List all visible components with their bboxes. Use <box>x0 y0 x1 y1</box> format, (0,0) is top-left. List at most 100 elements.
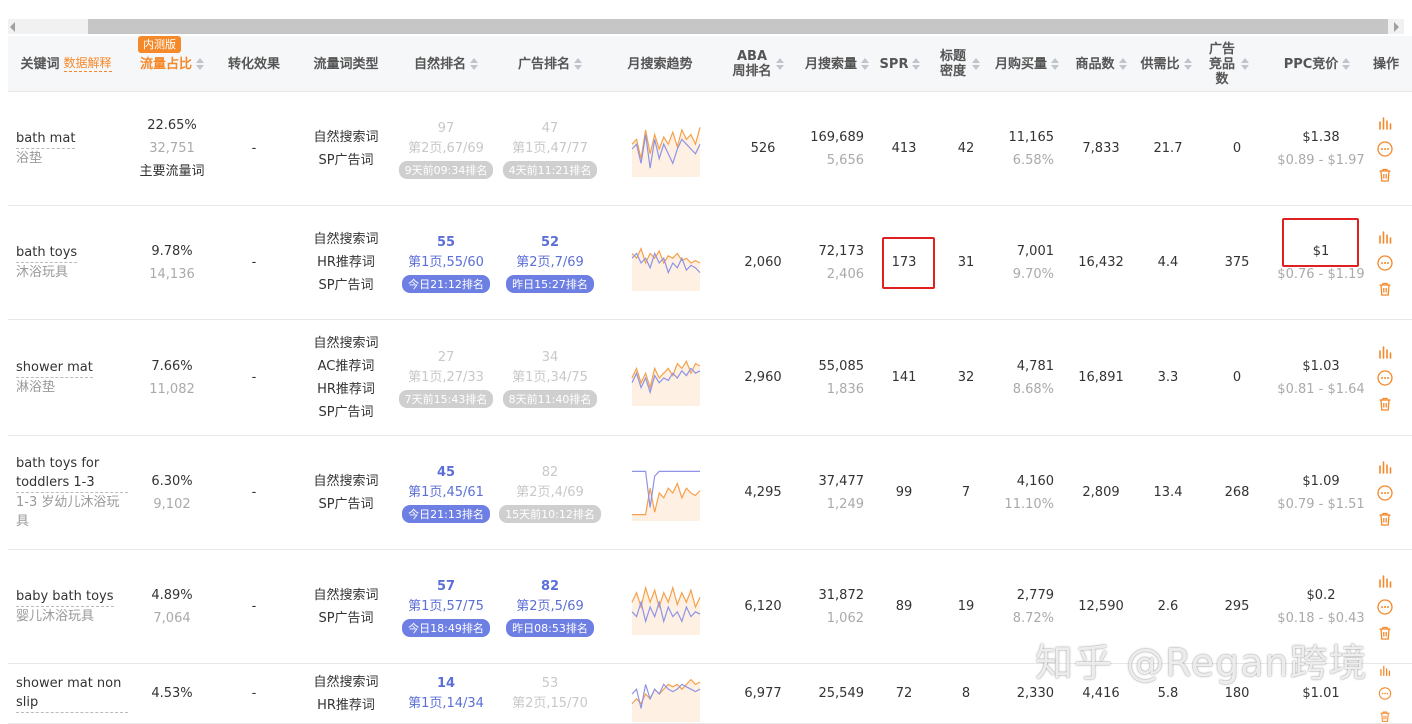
sort-icon[interactable] <box>1118 58 1127 70</box>
trend-cell[interactable] <box>624 92 708 205</box>
col-monthly-search[interactable]: 月搜索量 <box>796 36 878 92</box>
watermark: 知乎 @Regan跨境 <box>1035 641 1368 685</box>
supply-demand-cell: 13.4 <box>1153 485 1183 500</box>
col-aba-rank[interactable]: ABA 周排名 <box>720 36 796 92</box>
keyword-en[interactable]: bath toys <box>16 243 78 263</box>
monthly-trend-sparkline[interactable] <box>628 666 704 722</box>
sort-icon[interactable] <box>1342 58 1351 70</box>
keyword-cell: bath mat 浴垫 <box>8 92 128 205</box>
keyword-cell: bath toys 沐浴玩具 <box>8 206 128 319</box>
col-traffic-share[interactable]: 内测版 流量占比 <box>124 36 220 92</box>
table-row[interactable]: bath toys for toddlers 1-3 1-3 岁幼儿沐浴玩具 6… <box>8 436 1412 550</box>
data-explain-link[interactable]: 数据解释 <box>63 56 112 72</box>
monthly-trend-sparkline[interactable] <box>628 121 704 177</box>
trend-cell[interactable] <box>624 436 708 549</box>
more-options-icon[interactable] <box>1377 254 1393 271</box>
more-options-icon[interactable] <box>1377 598 1393 615</box>
keyword-en[interactable]: bath mat <box>16 129 76 149</box>
trend-cell[interactable] <box>624 320 708 435</box>
trend-cell[interactable] <box>624 206 708 319</box>
ad-products-cell: 268 <box>1224 485 1250 500</box>
ppc-cell: $1.03 $0.81 - $1.64 <box>1270 320 1372 435</box>
delete-trash-icon[interactable] <box>1377 710 1393 723</box>
scroll-left-arrow-icon[interactable] <box>10 22 15 32</box>
horizontal-scrollbar[interactable] <box>0 0 1412 36</box>
table-row[interactable]: shower mat 淋浴垫 7.66% 11,082 - 自然搜索词 AC推荐词… <box>8 320 1412 436</box>
trend-cell[interactable] <box>624 664 708 723</box>
sort-icon[interactable] <box>470 58 478 70</box>
nat-rank-value[interactable]: 55 <box>437 233 455 253</box>
sort-icon[interactable] <box>1183 58 1192 70</box>
ad-rank-value[interactable]: 82 <box>542 463 559 483</box>
trend-area <box>632 360 700 406</box>
col-natural-rank[interactable]: 自然排名 <box>394 36 498 92</box>
sort-icon[interactable] <box>1241 58 1249 70</box>
bar-chart-icon[interactable] <box>1377 664 1393 677</box>
more-options-icon[interactable] <box>1377 140 1393 157</box>
trend-cell[interactable] <box>624 550 708 663</box>
nat-rank-value[interactable]: 27 <box>438 348 455 368</box>
col-ad-products[interactable]: 广告 竞品数 <box>1198 36 1258 92</box>
bar-chart-icon[interactable] <box>1377 115 1393 131</box>
scroll-thumb[interactable] <box>88 19 1388 34</box>
more-options-icon[interactable] <box>1377 369 1393 386</box>
sort-icon[interactable] <box>776 58 784 70</box>
traffic-type-item: 自然搜索词 <box>313 674 379 690</box>
keyword-en[interactable]: shower mat non slip <box>16 674 128 713</box>
sort-icon[interactable] <box>574 58 582 70</box>
delete-trash-icon[interactable] <box>1377 511 1393 527</box>
sort-icon[interactable] <box>912 58 921 70</box>
col-monthly-purchase[interactable]: 月购买量 <box>988 36 1066 92</box>
delete-trash-icon[interactable] <box>1377 281 1393 297</box>
table-row[interactable]: bath mat 浴垫 22.65% 32,751 主要流量词 - 自然搜索词 S… <box>8 92 1412 206</box>
table-row[interactable]: bath toys 沐浴玩具 9.78% 14,136 - 自然搜索词 HR推荐词… <box>8 206 1412 320</box>
col-product-count[interactable]: 商品数 <box>1066 36 1136 92</box>
spr-cell: 99 <box>895 485 913 500</box>
nat-rank-value[interactable]: 57 <box>437 577 455 597</box>
monthly-search-cell: 25,549 <box>796 664 878 723</box>
nat-rank-value[interactable]: 14 <box>437 674 455 694</box>
ad-rank-value[interactable]: 47 <box>542 119 559 139</box>
keyword-en[interactable]: shower mat <box>16 358 93 378</box>
traffic-share-count: 9,102 <box>153 496 191 512</box>
bar-chart-icon[interactable] <box>1377 459 1393 475</box>
ad-rank-value[interactable]: 52 <box>541 233 559 253</box>
delete-trash-icon[interactable] <box>1377 396 1393 412</box>
ad-rank-cell: 47 第1页,47/77 4天前11:21排名 <box>498 92 602 205</box>
nat-rank-time-badge: 今日21:13排名 <box>402 504 490 523</box>
ad-rank-page: 第2页,7/69 <box>516 254 584 270</box>
col-title-density[interactable]: 标题 密度 <box>928 36 990 92</box>
nat-rank-value[interactable]: 97 <box>438 119 455 139</box>
delete-trash-icon[interactable] <box>1377 625 1393 641</box>
aba-rank-cell: 6,120 <box>744 599 782 614</box>
traffic-type-item: AC推荐词 <box>317 358 375 374</box>
header-product-count: 商品数 <box>1075 56 1115 72</box>
ad-rank-value[interactable]: 53 <box>542 674 559 694</box>
monthly-trend-sparkline[interactable] <box>628 235 704 291</box>
bar-chart-icon[interactable] <box>1377 573 1393 589</box>
ad-rank-value[interactable]: 34 <box>542 348 559 368</box>
nat-rank-value[interactable]: 45 <box>437 463 455 483</box>
sort-icon[interactable] <box>1051 58 1059 70</box>
monthly-search-cell: 72,173 2,406 <box>796 206 878 319</box>
scroll-right-arrow-icon[interactable] <box>1394 22 1399 32</box>
more-options-icon[interactable] <box>1377 687 1393 700</box>
col-ad-rank[interactable]: 广告排名 <box>498 36 602 92</box>
monthly-trend-sparkline[interactable] <box>628 465 704 521</box>
keyword-cell: shower mat non slip <box>8 664 128 723</box>
col-supply-demand[interactable]: 供需比 <box>1134 36 1198 92</box>
monthly-trend-sparkline[interactable] <box>628 350 704 406</box>
sort-icon[interactable] <box>861 58 869 70</box>
keyword-en[interactable]: baby bath toys <box>16 587 114 607</box>
bar-chart-icon[interactable] <box>1377 229 1393 245</box>
monthly-trend-sparkline[interactable] <box>628 579 704 635</box>
delete-trash-icon[interactable] <box>1377 167 1393 183</box>
sort-icon[interactable] <box>196 58 204 70</box>
keyword-en[interactable]: bath toys for toddlers 1-3 <box>16 454 128 493</box>
bar-chart-icon[interactable] <box>1377 344 1393 360</box>
col-ppc-bid[interactable]: PPC竞价 <box>1270 36 1364 92</box>
more-options-icon[interactable] <box>1377 484 1393 501</box>
col-spr[interactable]: SPR <box>874 36 926 92</box>
ad-rank-value[interactable]: 82 <box>541 577 559 597</box>
sort-icon[interactable] <box>972 58 980 70</box>
